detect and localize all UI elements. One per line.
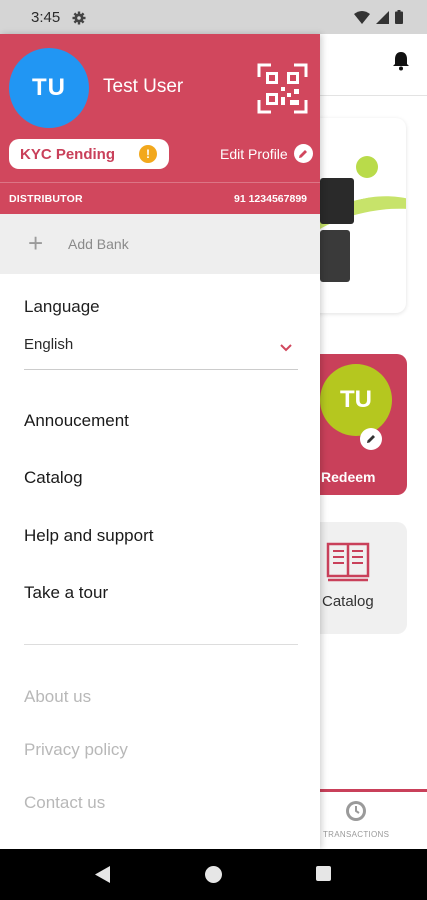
status-bar: 3:45 (0, 0, 427, 34)
language-selected-value: English (24, 336, 74, 353)
plus-icon: + (28, 228, 44, 258)
drawer-header: TU Test User KYC Pending ! Edit Profile (0, 34, 320, 214)
footer-link-about-us[interactable]: About us (24, 687, 91, 707)
wifi-icon (354, 10, 370, 29)
qr-code-icon[interactable] (257, 63, 308, 114)
home-icon[interactable] (205, 866, 222, 883)
language-select[interactable]: English (24, 330, 298, 370)
edit-profile-label: Edit Profile (220, 145, 288, 162)
recent-apps-icon[interactable] (316, 866, 331, 881)
menu-item-catalog[interactable]: Catalog (24, 468, 83, 488)
settings-gear-icon (72, 11, 86, 30)
kyc-status-badge[interactable]: KYC Pending ! (9, 139, 169, 169)
edit-profile-button[interactable]: Edit Profile (220, 144, 313, 163)
signal-icon (376, 10, 389, 29)
drawer-scrim[interactable] (320, 34, 427, 849)
navigation-drawer: TU Test User KYC Pending ! Edit Profile (0, 34, 320, 849)
user-phone: 91 1234567899 (234, 193, 307, 205)
menu-item-take-a-tour[interactable]: Take a tour (24, 583, 108, 603)
footer-link-contact-us[interactable]: Contact us (24, 793, 105, 813)
kyc-status-label: KYC Pending (20, 146, 116, 163)
status-time: 3:45 (31, 9, 61, 26)
menu-item-announcement[interactable]: Annoucement (24, 411, 129, 431)
menu-item-help-and-support[interactable]: Help and support (24, 526, 153, 546)
user-role: DISTRIBUTOR (9, 193, 83, 205)
user-name: Test User (103, 76, 184, 97)
add-bank-button[interactable]: + Add Bank (0, 214, 320, 274)
menu-divider (24, 644, 298, 645)
chevron-down-icon (280, 339, 292, 357)
header-divider (0, 182, 320, 183)
footer-link-privacy-policy[interactable]: Privacy policy (24, 740, 128, 760)
warning-icon: ! (139, 145, 157, 163)
system-navigation-bar (0, 849, 427, 900)
battery-icon (395, 10, 403, 29)
avatar[interactable]: TU (9, 48, 89, 128)
language-title: Language (24, 297, 100, 316)
add-bank-label: Add Bank (68, 236, 129, 252)
back-icon[interactable] (95, 866, 111, 888)
pencil-icon (293, 144, 313, 163)
